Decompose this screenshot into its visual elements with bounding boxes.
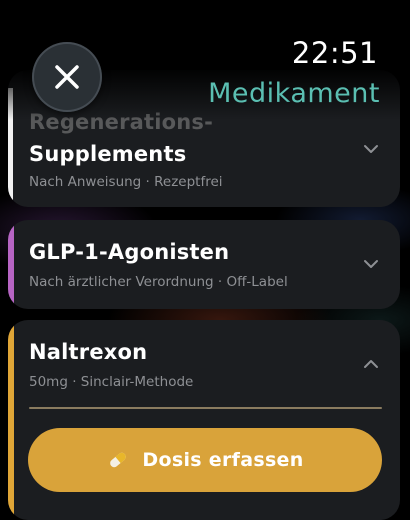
page-title: Medikament (208, 78, 380, 109)
card-divider (29, 407, 382, 409)
chevron-up-icon[interactable] (362, 355, 380, 373)
card-title-line1: Regenerations- (29, 110, 214, 134)
medication-card-naltrexon[interactable]: Naltrexon 50mg · Sinclair-Methode Dosis … (8, 320, 400, 520)
chevron-down-icon[interactable] (362, 255, 380, 273)
card-title: Naltrexon (29, 340, 148, 364)
status-time: 22:51 (291, 36, 378, 70)
log-dose-label: Dosis erfassen (142, 449, 304, 471)
medication-card-glp1-agonisten[interactable]: GLP-1-Agonisten Nach ärztlicher Verordnu… (8, 220, 400, 309)
card-color-stripe (8, 88, 13, 207)
log-dose-button[interactable]: Dosis erfassen (28, 428, 382, 492)
chevron-down-icon[interactable] (362, 140, 380, 158)
close-button[interactable] (32, 42, 102, 112)
card-subtitle: Nach ärztlicher Verordnung · Off-Label (29, 274, 288, 290)
card-subtitle: Nach Anweisung · Rezeptfrei (29, 174, 223, 190)
card-color-stripe (8, 320, 14, 520)
pill-icon (110, 452, 127, 468)
close-icon (55, 65, 79, 89)
card-subtitle: 50mg · Sinclair-Methode (29, 374, 194, 390)
card-title: GLP-1-Agonisten (29, 240, 230, 264)
card-title-line2: Supplements (29, 142, 187, 166)
card-color-stripe (8, 220, 14, 309)
